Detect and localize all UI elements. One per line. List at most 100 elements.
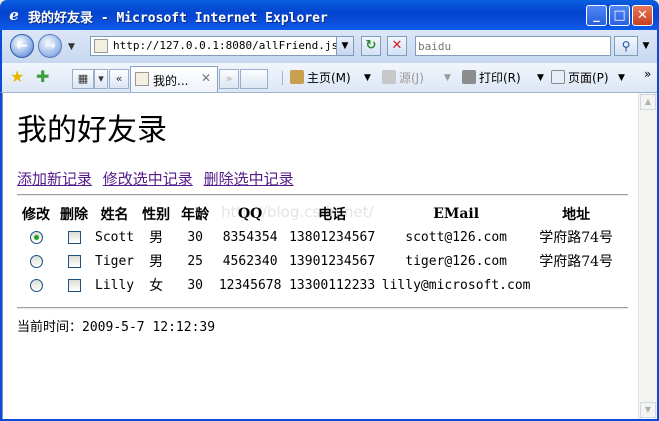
tab-active[interactable]: 我的... ✕: [130, 66, 218, 92]
minimize-button[interactable]: _: [586, 5, 607, 26]
edit-radio[interactable]: [29, 230, 43, 244]
cell-address: 学府路74号: [539, 254, 614, 270]
stop-button[interactable]: ✕: [387, 36, 407, 56]
back-button[interactable]: ←: [10, 34, 34, 58]
tab-label: 我的...: [153, 74, 189, 88]
current-time: 当前时间：2009-5-7 12:12:39: [17, 316, 215, 335]
home-dropdown-icon[interactable]: ▼: [364, 69, 371, 87]
cell-qq: 4562340: [222, 253, 278, 269]
cell-age: 30: [187, 229, 203, 245]
action-links: 添加新记录 修改选中记录 删除选中记录: [17, 168, 300, 189]
page-icon: [551, 70, 565, 84]
scroll-down-icon[interactable]: ▼: [640, 402, 656, 418]
tab-scroll-left-button[interactable]: «: [109, 69, 129, 89]
home-label: 主页(M): [307, 71, 351, 85]
ie-logo-icon: e: [9, 6, 19, 24]
tab-scroll-right-button[interactable]: »: [219, 69, 239, 89]
close-button[interactable]: ✕: [632, 5, 653, 26]
cell-address: [534, 273, 618, 297]
top-divider: [17, 194, 628, 196]
command-bar: ★ ✚ ▦ ▾ « 我的... ✕ » 主页(M) ▼ 源(J) ▼ 打印(R)…: [0, 63, 659, 93]
cell-name: Tiger: [95, 253, 135, 269]
search-box[interactable]: [415, 36, 611, 56]
window-frame-left: [0, 93, 2, 421]
search-input[interactable]: [418, 38, 608, 54]
refresh-button[interactable]: ↻: [361, 36, 381, 56]
delete-checkbox[interactable]: [67, 230, 81, 244]
header-gender: 性别: [142, 207, 171, 223]
friends-table: 修改 删除 姓名 性别 年龄 QQ 电话 EMail 地址 Scott 男 30…: [17, 203, 618, 297]
cell-gender: 男: [149, 254, 164, 270]
toolbar-overflow-button[interactable]: »: [644, 65, 651, 83]
cell-gender: 男: [149, 230, 164, 246]
table-row: Tiger 男 25 4562340 13901234567 tiger@126…: [17, 249, 618, 273]
cell-email: scott@126.com: [405, 229, 508, 245]
cell-phone: 13901234567: [289, 253, 376, 269]
page-dropdown-icon[interactable]: ▼: [618, 69, 625, 87]
cell-name: Scott: [95, 229, 135, 245]
quick-tabs-icon[interactable]: ▦: [72, 69, 94, 89]
printer-icon: [462, 70, 476, 84]
forward-button[interactable]: →: [38, 34, 62, 58]
history-dropdown-icon[interactable]: ▼: [68, 42, 75, 52]
delete-checkbox[interactable]: [67, 278, 81, 292]
header-edit: 修改: [22, 207, 50, 223]
search-options-icon[interactable]: ▼: [639, 36, 653, 56]
cell-email: tiger@126.com: [405, 253, 508, 269]
current-time-value: 2009-5-7 12:12:39: [82, 320, 216, 335]
address-url[interactable]: http://127.0.0.1:8080/allFriend.jsp: [113, 39, 345, 52]
tab-favicon-icon: [135, 72, 149, 86]
current-time-label: 当前时间：: [17, 320, 83, 335]
header-delete: 删除: [60, 207, 88, 223]
add-favorite-icon[interactable]: ✚: [36, 68, 49, 86]
vertical-scrollbar[interactable]: ▲ ▼: [638, 93, 657, 419]
table-row: Scott 男 30 8354354 13801234567 scott@126…: [17, 225, 618, 249]
add-record-link[interactable]: 添加新记录: [17, 170, 92, 188]
cell-gender: 女: [149, 278, 164, 294]
cell-address: 学府路74号: [539, 230, 614, 246]
maximize-button[interactable]: □: [609, 5, 630, 26]
print-label: 打印(R): [479, 71, 521, 85]
edit-radio[interactable]: [29, 278, 43, 292]
feeds-button[interactable]: 源(J): [382, 69, 424, 87]
window-title: 我的好友录 - Microsoft Internet Explorer: [28, 11, 328, 26]
cell-age: 30: [187, 277, 203, 293]
header-qq: QQ: [237, 206, 263, 222]
header-age: 年龄: [181, 207, 210, 223]
edit-radio[interactable]: [29, 254, 43, 268]
edit-record-link[interactable]: 修改选中记录: [103, 170, 193, 188]
cell-email: lilly@microsoft.com: [381, 277, 531, 293]
cell-phone: 13300112233: [289, 277, 376, 293]
header-phone: 电话: [318, 207, 347, 223]
feeds-icon: [382, 70, 396, 84]
page-favicon-icon: [94, 39, 108, 53]
delete-record-link[interactable]: 删除选中记录: [204, 170, 294, 188]
tab-close-icon[interactable]: ✕: [201, 71, 211, 85]
header-email: EMail: [433, 206, 480, 222]
print-dropdown-icon[interactable]: ▼: [537, 69, 544, 87]
delete-checkbox[interactable]: [67, 254, 81, 268]
new-tab-button[interactable]: [240, 69, 268, 89]
home-button[interactable]: 主页(M): [290, 69, 351, 87]
print-button[interactable]: 打印(R): [462, 69, 521, 87]
header-address: 地址: [562, 207, 591, 223]
title-bar: e 我的好友录 - Microsoft Internet Explorer _ …: [0, 0, 659, 30]
address-field[interactable]: http://127.0.0.1:8080/allFriend.jsp ▼: [90, 36, 354, 56]
cell-qq: 8354354: [222, 229, 278, 245]
table-row: Lilly 女 30 12345678 13300112233 lilly@mi…: [17, 273, 618, 297]
bottom-divider: [17, 307, 628, 309]
feeds-label: 源(J): [399, 71, 424, 85]
toolbar-divider: [282, 71, 283, 85]
table-header-row: 修改 删除 姓名 性别 年龄 QQ 电话 EMail 地址: [17, 203, 618, 225]
search-icon[interactable]: ⚲: [614, 36, 638, 56]
scroll-up-icon[interactable]: ▲: [640, 94, 656, 110]
cell-age: 25: [187, 253, 203, 269]
page-content: 我的好友录 添加新记录 修改选中记录 删除选中记录 http://blog.cs…: [2, 93, 639, 419]
favorites-star-icon[interactable]: ★: [10, 68, 24, 86]
tab-list-dropdown-icon[interactable]: ▾: [94, 69, 108, 89]
page-menu-button[interactable]: 页面(P): [551, 69, 609, 87]
header-name: 姓名: [100, 207, 129, 223]
feeds-dropdown-icon[interactable]: ▼: [444, 69, 451, 87]
cell-phone: 13801234567: [289, 229, 376, 245]
address-dropdown-icon[interactable]: ▼: [336, 37, 353, 55]
